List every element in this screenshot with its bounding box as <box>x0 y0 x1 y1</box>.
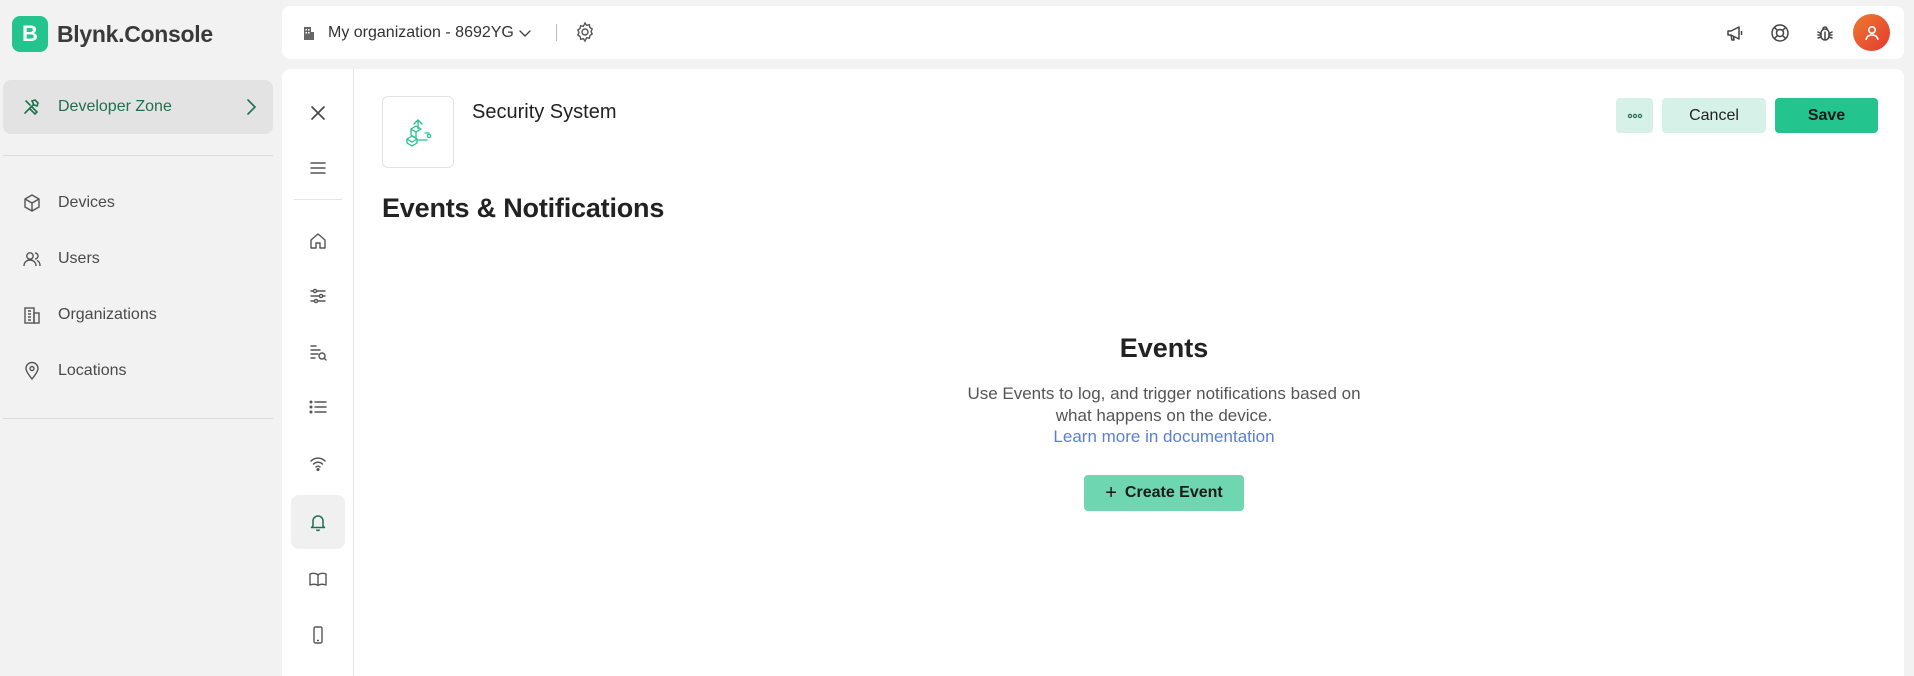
plus-icon: + <box>1105 482 1117 504</box>
bug-icon[interactable] <box>1815 23 1835 43</box>
rail-item-wifi[interactable] <box>291 436 345 490</box>
rail-item-datastreams[interactable] <box>291 325 345 379</box>
chevron-down-icon <box>518 26 532 40</box>
brand-logo: B <box>12 16 48 52</box>
organization-selector[interactable]: My organization - 8692YG <box>302 6 532 59</box>
sidebar-item-label: Locations <box>58 362 127 379</box>
wifi-icon <box>308 453 328 473</box>
create-event-button[interactable]: + Create Event <box>1084 475 1244 511</box>
sidebar-item-locations[interactable]: Locations <box>3 349 273 393</box>
sidebar-item-label: Devices <box>58 194 115 211</box>
menu-button[interactable] <box>291 141 345 195</box>
close-button[interactable] <box>291 86 345 140</box>
mobile-icon <box>308 625 328 645</box>
more-icon <box>1627 113 1643 119</box>
sidebar-item-label: Developer Zone <box>58 98 172 115</box>
template-icon[interactable] <box>382 96 454 168</box>
building-icon <box>22 305 42 325</box>
sidebar-item-devices[interactable]: Devices <box>3 181 273 225</box>
rail-item-docs[interactable] <box>291 552 345 606</box>
menu-icon <box>309 159 327 177</box>
separator <box>556 24 557 41</box>
empty-state-description: Use Events to log, and trigger notificat… <box>967 384 1361 425</box>
settings-sliders-icon <box>308 286 328 306</box>
book-icon <box>308 569 328 589</box>
cube-icon <box>22 193 42 213</box>
main-panel: Security System Events & Notifications C… <box>282 69 1904 676</box>
help-lifebuoy-icon[interactable] <box>1770 23 1790 43</box>
organization-name: My organization - 8692YG <box>328 23 514 41</box>
sidebar-item-users[interactable]: Users <box>3 237 273 281</box>
list-icon <box>308 397 328 417</box>
rail-item-settings[interactable] <box>291 269 345 323</box>
home-icon <box>308 231 328 251</box>
page-title: Events & Notifications <box>382 193 665 223</box>
building-icon <box>302 25 316 41</box>
empty-state-title: Events <box>1119 333 1209 363</box>
location-pin-icon <box>22 361 42 381</box>
megaphone-icon[interactable] <box>1725 23 1745 43</box>
divider <box>3 418 273 419</box>
top-actions <box>1700 14 1890 51</box>
brand[interactable]: B Blynk.Console <box>12 16 213 52</box>
sidebar-item-label: Users <box>58 250 100 267</box>
users-icon <box>22 249 42 269</box>
chevron-right-icon <box>241 97 261 117</box>
avatar[interactable] <box>1853 14 1890 51</box>
template-name: Security System <box>472 101 617 123</box>
security-system-icon <box>401 115 435 149</box>
tools-icon <box>22 97 42 117</box>
more-button[interactable] <box>1616 98 1653 133</box>
rail-item-home[interactable] <box>291 214 345 268</box>
save-button[interactable]: Save <box>1775 98 1878 133</box>
brand-name: Blynk.Console <box>57 20 213 47</box>
rail-item-mobile[interactable] <box>291 608 345 662</box>
top-bar: My organization - 8692YG <box>282 6 1904 59</box>
sidebar-item-developer-zone[interactable]: Developer Zone <box>3 80 273 134</box>
rail-item-list[interactable] <box>291 380 345 434</box>
divider <box>3 155 273 156</box>
sidebar-item-organizations[interactable]: Organizations <box>3 293 273 337</box>
divider <box>294 199 342 200</box>
template-nav-rail <box>282 69 354 676</box>
cancel-button[interactable]: Cancel <box>1662 98 1766 133</box>
create-event-label: Create Event <box>1124 484 1223 501</box>
bell-icon <box>308 512 328 532</box>
gear-icon[interactable] <box>574 21 596 43</box>
sidebar: B Blynk.Console Developer Zone Devices U… <box>0 0 280 676</box>
documentation-link[interactable]: Learn more in documentation <box>635 427 1693 447</box>
sidebar-item-label: Organizations <box>58 306 157 323</box>
rail-item-events[interactable] <box>291 495 345 549</box>
close-icon <box>309 104 327 122</box>
datastreams-icon <box>308 342 328 362</box>
